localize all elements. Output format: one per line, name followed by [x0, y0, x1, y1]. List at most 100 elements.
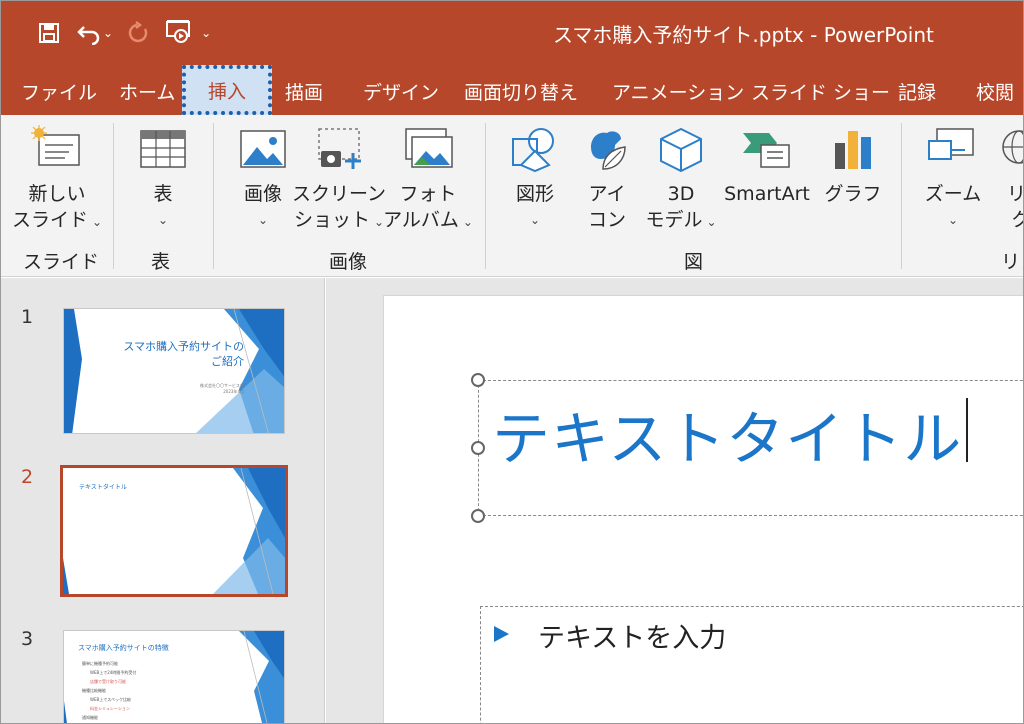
slide-canvas[interactable]: テキストタイトル テキストを入力 — [383, 295, 1023, 723]
tab-transitions[interactable]: 画面切り替え — [464, 73, 578, 109]
new-slide-icon — [31, 125, 80, 166]
3d-models-label-1: 3D — [667, 183, 695, 205]
shapes-icon — [512, 128, 554, 173]
slide-thumbnail-2[interactable]: テキストタイトル — [60, 465, 288, 597]
slide-thumbnail-1[interactable]: スマホ購入予約サイトの ご紹介 株式会社〇〇サービス部 2023年4月 — [63, 308, 285, 434]
tab-review[interactable]: 校閲 — [976, 73, 1014, 109]
zoom-icon — [928, 128, 974, 160]
tab-file[interactable]: ファイル — [21, 73, 97, 109]
present-from-start-icon[interactable] — [161, 15, 197, 51]
chart-button[interactable]: グラフ — [823, 125, 883, 207]
chevron-down-icon: ⌄ — [257, 213, 269, 227]
tab-design[interactable]: デザイン — [363, 73, 439, 109]
resize-handle[interactable] — [471, 373, 485, 387]
tab-record[interactable]: 記録 — [898, 73, 936, 109]
chevron-down-icon: ⌄ — [91, 215, 103, 229]
3d-models-label-2: モデル — [645, 209, 703, 231]
screenshot-label-1: スクリーン — [291, 183, 387, 205]
group-divider — [901, 123, 902, 269]
thumb-1-title-line1: スマホ購入予約サイトの — [123, 340, 244, 353]
title-bar: ⌄ ⌄ スマホ購入予約サイト.pptx - PowerPoint — [1, 1, 1023, 63]
slide-1-background-art — [64, 309, 284, 433]
save-icon[interactable] — [31, 15, 67, 51]
3d-models-button[interactable]: 3D モデル ⌄ — [643, 125, 719, 235]
chart-icon — [835, 131, 871, 169]
globe-link-icon — [1002, 130, 1023, 164]
thumb-3-line: 料金シミュレーション — [90, 706, 130, 711]
group-label-slides: スライド — [23, 251, 100, 273]
3d-cube-icon — [660, 127, 702, 173]
chart-label: グラフ — [824, 183, 882, 205]
slide-editing-pane: テキストタイトル テキストを入力 — [326, 278, 1023, 723]
screenshot-icon — [318, 128, 361, 169]
zoom-button[interactable]: ズーム ⌄ — [919, 125, 987, 233]
thumb-3-line: 店舗で受け取り可能 — [90, 679, 126, 684]
thumb-3-line: 簡単に機種予約可能 — [82, 661, 118, 666]
bullet-icon — [494, 626, 509, 642]
new-slide-label-1: 新しい — [28, 183, 86, 205]
table-icon — [140, 130, 186, 168]
resize-handle[interactable] — [471, 441, 485, 455]
customize-qat-icon[interactable]: ⌄ — [201, 26, 211, 40]
thumb-3-line: 機種比較機能 — [82, 688, 106, 693]
chevron-down-icon: ⌄ — [462, 215, 473, 229]
slide-thumbnail-3[interactable]: スマホ購入予約サイトの特徴 簡単に機種予約可能 WEB上で24時間予約受付 店舗… — [63, 630, 285, 723]
tab-draw[interactable]: 描画 — [285, 73, 323, 109]
chevron-down-icon: ⌄ — [706, 215, 717, 229]
undo-dropdown-icon[interactable]: ⌄ — [103, 26, 113, 40]
group-label-table: 表 — [151, 251, 171, 273]
slide-title-text[interactable]: テキストタイトル — [492, 392, 962, 476]
new-slide-label-2: スライド — [11, 209, 88, 231]
undo-icon[interactable] — [71, 15, 107, 51]
tab-animations[interactable]: アニメーション — [612, 73, 744, 109]
quick-access-toolbar: ⌄ ⌄ — [31, 15, 219, 51]
window-title: スマホ購入予約サイト.pptx - PowerPoint — [553, 23, 934, 47]
icons-button[interactable]: アイ コン — [577, 125, 637, 233]
photo-album-label-1: フォト — [399, 183, 457, 205]
new-slide-button[interactable]: 新しい スライド ⌄ — [11, 125, 103, 235]
pictures-button[interactable]: 画像 ⌄ — [233, 125, 293, 233]
thumb-3-title: スマホ購入予約サイトの特徴 — [78, 644, 169, 652]
photo-album-button[interactable]: フォト アルバム ⌄ — [383, 125, 473, 235]
thumb-3-line: WEB上で24時間予約受付 — [90, 670, 137, 675]
ribbon: 新しい スライド ⌄ スライド 表 ⌄ 表 画像 ⌄ スクリーン ショット ⌄ … — [1, 115, 1023, 277]
icons-label-2: コン — [587, 209, 626, 231]
group-divider — [113, 123, 114, 269]
icons-label-1: アイ — [588, 183, 626, 205]
group-label-images: 画像 — [329, 251, 368, 273]
slide-number: 1 — [21, 306, 34, 328]
picture-icon — [240, 130, 286, 168]
powerpoint-window: ⌄ ⌄ スマホ購入予約サイト.pptx - PowerPoint ファイル ホー… — [0, 0, 1024, 724]
tab-insert[interactable]: 挿入 — [182, 65, 272, 115]
shapes-button[interactable]: 図形 ⌄ — [505, 125, 565, 233]
slide-body-text[interactable]: テキストを入力 — [538, 616, 726, 655]
thumb-3-line: 通知機能 — [82, 715, 98, 720]
screenshot-label-2: ショット — [293, 209, 370, 231]
group-divider — [485, 123, 486, 269]
resize-handle[interactable] — [471, 509, 485, 523]
group-label-links: リン — [1001, 251, 1023, 273]
thumb-2-title: テキストタイトル — [79, 484, 127, 491]
smartart-icon — [743, 133, 790, 168]
zoom-label: ズーム — [924, 183, 982, 205]
chevron-down-icon: ⌄ — [529, 213, 541, 227]
thumb-1-subtitle-line2: 2023年4月 — [223, 389, 244, 394]
table-label: 表 — [153, 183, 173, 205]
chevron-down-icon: ⌄ — [157, 213, 169, 227]
screenshot-button[interactable]: スクリーン ショット ⌄ — [292, 125, 386, 235]
tab-slideshow[interactable]: スライド ショー — [751, 73, 890, 109]
shapes-label: 図形 — [515, 183, 554, 205]
group-label-illustrations: 図 — [684, 251, 704, 273]
thumb-1-title-line2: ご紹介 — [211, 355, 244, 368]
photo-album-label-2: アルバム — [383, 209, 459, 231]
tab-home[interactable]: ホーム — [119, 73, 175, 109]
smartart-button[interactable]: SmartArt — [719, 125, 815, 207]
text-cursor — [966, 398, 968, 462]
slide-number: 2 — [21, 466, 34, 488]
link-label-2: ク — [995, 207, 1023, 233]
icons-icon — [591, 131, 626, 170]
thumb-3-line: WEB上でスペック比較 — [90, 697, 131, 702]
table-button[interactable]: 表 ⌄ — [133, 125, 193, 233]
redo-icon[interactable] — [121, 15, 157, 51]
link-button[interactable]: リ ク — [995, 125, 1023, 233]
